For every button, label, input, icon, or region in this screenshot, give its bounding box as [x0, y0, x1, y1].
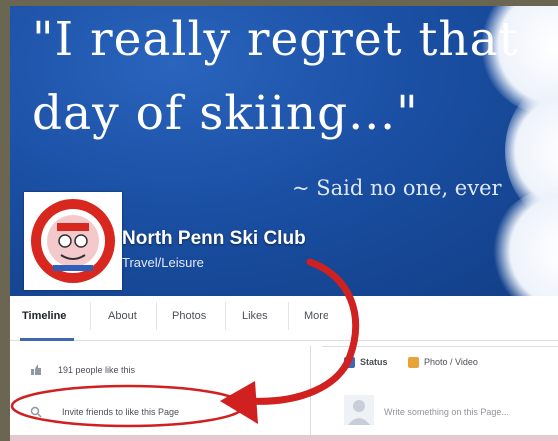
- annotation-overlay: [10, 258, 360, 428]
- facebook-page-screenshot: "I really regret that day of skiing..." …: [10, 6, 558, 441]
- annotation-arrow-line: [244, 258, 360, 405]
- annotation-circle: [10, 384, 246, 428]
